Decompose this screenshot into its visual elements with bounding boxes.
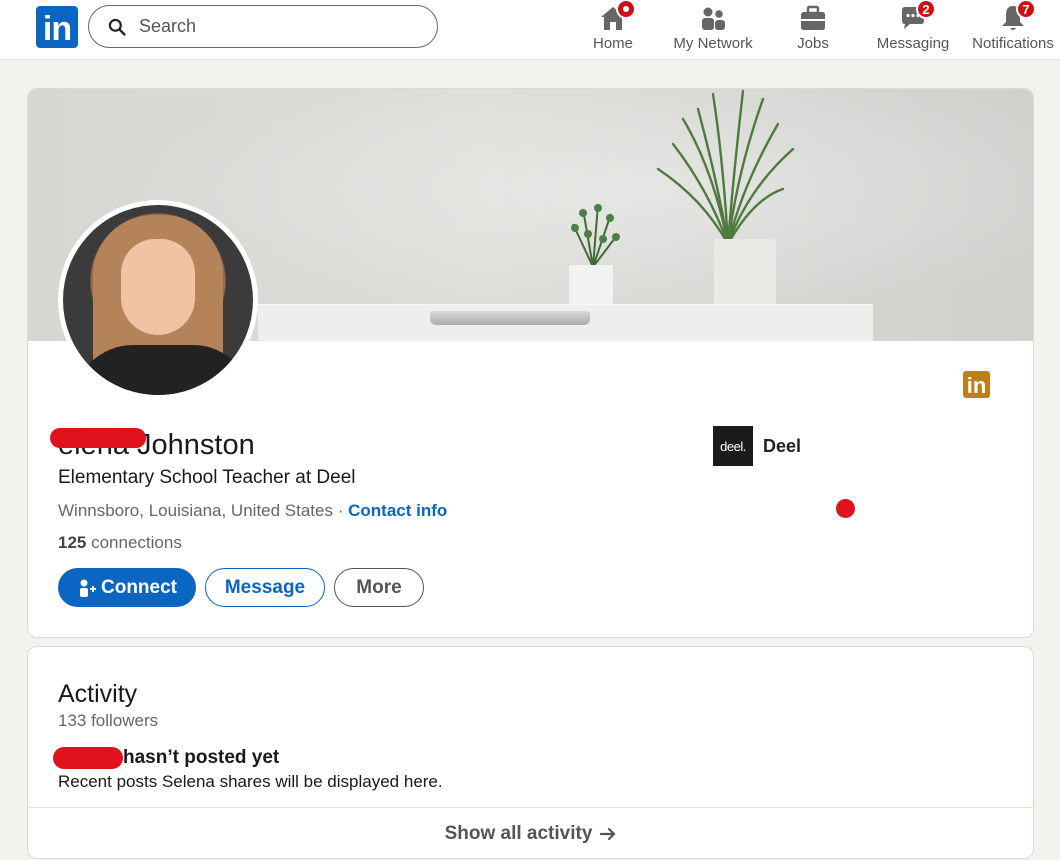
linkedin-logo-icon[interactable]: in — [36, 6, 78, 48]
profile-location-line: Winnsboro, Louisiana, United States · Co… — [58, 501, 447, 521]
message-button[interactable]: Message — [205, 568, 325, 607]
more-button[interactable]: More — [334, 568, 424, 607]
current-company[interactable]: deel. Deel — [713, 426, 801, 466]
search-icon — [108, 18, 126, 36]
connections-count: 125 — [58, 533, 87, 552]
bell-icon: 7 — [998, 0, 1036, 33]
home-icon — [598, 0, 636, 33]
nav-notifications-label: Notifications — [972, 35, 1054, 52]
home-notification-dot — [616, 0, 636, 19]
tall-pot — [714, 239, 776, 313]
nav-home[interactable]: Home — [587, 0, 639, 58]
logo-text: in — [42, 10, 72, 48]
profile-avatar[interactable] — [58, 200, 258, 400]
linkedin-premium-icon[interactable]: in — [963, 371, 990, 398]
tall-plant-image — [656, 89, 795, 244]
nav-notifications[interactable]: 7 Notifications — [968, 0, 1058, 58]
arrow-right-icon — [600, 827, 616, 841]
nav-my-network[interactable]: My Network — [668, 0, 758, 58]
briefcase-icon — [798, 3, 828, 33]
add-person-icon — [80, 579, 96, 597]
nav-messaging-label: Messaging — [876, 35, 950, 52]
network-icon — [698, 3, 728, 33]
nav-jobs[interactable]: Jobs — [790, 0, 836, 58]
avatar-face — [121, 239, 195, 335]
nav-home-label: Home — [592, 35, 633, 52]
activity-redaction-mark — [53, 747, 123, 769]
small-plant-image — [571, 203, 620, 268]
connect-label: Connect — [101, 576, 177, 598]
show-all-label: Show all activity — [444, 823, 593, 844]
laptop-image — [430, 311, 590, 325]
activity-title: Activity — [58, 680, 138, 708]
notifications-badge: 7 — [1016, 0, 1036, 19]
profile-card: in elena Johnston Elementary School Teac… — [27, 88, 1034, 638]
activity-empty-description: Recent posts Selena shares will be displ… — [58, 772, 443, 791]
activity-followers[interactable]: 133 followers — [58, 711, 158, 731]
avatar-jacket — [73, 345, 253, 395]
show-all-activity-button[interactable]: Show all activity — [28, 808, 1033, 858]
name-redaction-mark — [50, 428, 146, 448]
contact-info-link[interactable]: Contact info — [348, 501, 447, 520]
connections-label: connections — [86, 533, 182, 552]
company-name: Deel — [763, 435, 802, 456]
chat-icon: 2 — [898, 0, 936, 33]
search-input[interactable] — [139, 16, 419, 37]
nav-jobs-label: Jobs — [797, 35, 829, 52]
top-nav: in Home My Network Jobs 2 Messaging 7 — [0, 0, 1060, 60]
connect-button[interactable]: Connect — [58, 568, 196, 607]
activity-empty-title: hasn’t posted yet — [123, 747, 280, 768]
nav-my-network-label: My Network — [673, 35, 753, 52]
red-annotation-dot — [836, 499, 855, 518]
activity-card: Activity 133 followers hasn’t posted yet… — [27, 646, 1034, 859]
profile-connections[interactable]: 125 connections — [58, 533, 182, 553]
profile-location: Winnsboro, Louisiana, United States — [58, 501, 333, 520]
search-bar[interactable] — [88, 5, 438, 48]
location-separator: · — [333, 501, 349, 520]
nav-messaging[interactable]: 2 Messaging — [873, 0, 953, 58]
messaging-badge: 2 — [916, 0, 936, 19]
profile-headline: Elementary School Teacher at Deel — [58, 467, 356, 488]
premium-logo-text: in — [966, 373, 987, 398]
deel-logo: deel. — [713, 426, 753, 466]
